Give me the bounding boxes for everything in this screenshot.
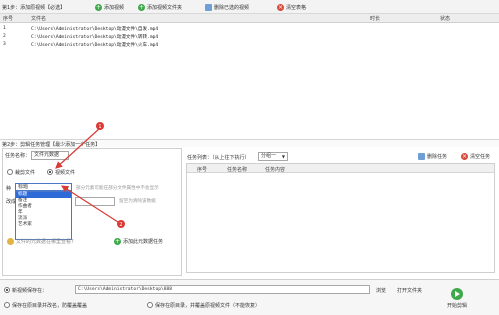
radio-crop-label: 裁剪文件 bbox=[15, 170, 36, 176]
task-name-field[interactable]: 文件元数据 bbox=[31, 151, 69, 160]
radio-save-rename[interactable] bbox=[4, 302, 10, 308]
open-folder-button[interactable]: 打开文件夹 bbox=[397, 287, 422, 294]
clear-hint: 留空为清除该数据 bbox=[119, 199, 156, 204]
add-folder-label: 添加视频文件夹 bbox=[147, 4, 183, 11]
row-path: C:\Users\Administrator\Desktop\动漫文件\自发.m… bbox=[31, 27, 159, 32]
metadata-help-label: 文件的元数据在哪里查看? bbox=[16, 239, 74, 245]
add-metadata-task-button[interactable]: 添加此元数据任务 bbox=[114, 238, 163, 245]
metadata-help-link[interactable]: 文件的元数据在哪里查看? bbox=[7, 238, 74, 245]
radio-video-label: 视频文件 bbox=[55, 170, 76, 176]
row-index: 2 bbox=[3, 34, 6, 39]
lightbulb-icon bbox=[7, 238, 14, 245]
col-index: 序号 bbox=[3, 16, 14, 22]
field-label: 种 bbox=[6, 186, 12, 192]
add-icon bbox=[95, 3, 102, 11]
metadata-field-dropdown[interactable]: 标题 备注 作曲者 年 流派 艺术家 bbox=[15, 191, 72, 240]
row-index: 1 bbox=[3, 26, 6, 31]
add-folder-button[interactable]: 添加视频文件夹 bbox=[138, 2, 182, 12]
table-row[interactable]: 1 C:\Users\Administrator\Desktop\动漫文件\自发… bbox=[0, 26, 499, 34]
dropdown-option[interactable]: 艺术家 bbox=[16, 222, 71, 228]
group-select-value: 分组一 bbox=[261, 153, 277, 159]
task-list-label: 任务列表：（从上往下执行） bbox=[187, 155, 250, 161]
step2-section-title: 第2步：剪辑任务管理【最少添加一个任务】 bbox=[0, 139, 499, 148]
task-table-header: 序号 任务名称 任务内容 bbox=[187, 164, 494, 173]
add-video-button[interactable]: 添加视频 bbox=[95, 2, 124, 12]
save-path-field[interactable]: C:\Users\Administrator\Desktop\888 bbox=[75, 285, 370, 294]
radio-new-location[interactable] bbox=[4, 287, 10, 293]
step2-title: 第2步：剪辑任务管理【最少添加一个任务】 bbox=[2, 142, 101, 148]
chevron-down-icon: ▼ bbox=[281, 154, 285, 159]
clear-table-button[interactable]: 清空表格 bbox=[277, 2, 306, 12]
start-label: 开始剪辑 bbox=[447, 303, 468, 309]
task-name-label: 任务名称： bbox=[5, 153, 31, 159]
save-location-label: 新视频保存在： bbox=[12, 288, 48, 294]
metadata-value-field[interactable] bbox=[75, 197, 115, 206]
table-row[interactable]: 3 C:\Users\Administrator\Desktop\动漫文件\火车… bbox=[0, 42, 499, 50]
delete-selected-label: 删除已选的视频 bbox=[214, 4, 250, 11]
metadata-field-select[interactable]: 标题 ▼ bbox=[15, 183, 72, 191]
clear-icon bbox=[277, 3, 284, 11]
task-table[interactable]: 序号 任务名称 任务内容 bbox=[186, 163, 495, 273]
col-filename: 文件名 bbox=[31, 16, 47, 22]
col-duration: 时长 bbox=[370, 16, 381, 22]
select-value: 标题 bbox=[18, 184, 29, 190]
table-row[interactable]: 2 C:\Users\Administrator\Desktop\动漫文件\转转… bbox=[0, 34, 499, 42]
task-col-index: 序号 bbox=[197, 167, 208, 173]
col-status: 状态 bbox=[440, 16, 451, 22]
step1-toolbar: 第1步：添加原视频【必选】 添加视频 添加视频文件夹 删除已选的视频 清空表格 bbox=[0, 0, 499, 14]
radio-crop-file[interactable] bbox=[7, 169, 13, 175]
delete-task-button[interactable]: 删除任务 bbox=[418, 153, 447, 160]
radio-save-overwrite[interactable] bbox=[147, 302, 153, 308]
add-folder-icon bbox=[138, 3, 145, 11]
chevron-down-icon: ▼ bbox=[65, 185, 69, 190]
file-list[interactable]: 1 C:\Users\Administrator\Desktop\动漫文件\自发… bbox=[0, 23, 499, 132]
option-overwrite-label: 保存在原目录，并覆盖原视频文件（不能恢复） bbox=[155, 303, 261, 309]
file-list-header: 序号 文件名 时长 状态 bbox=[0, 14, 499, 23]
delete-icon bbox=[205, 3, 212, 11]
add-icon bbox=[114, 238, 121, 245]
play-icon bbox=[451, 288, 463, 300]
delete-task-label: 删除任务 bbox=[427, 154, 448, 160]
hint-text: 部分元素可能在部分文件属性中不会显示 bbox=[76, 186, 159, 191]
delete-selected-button[interactable]: 删除已选的视频 bbox=[205, 2, 249, 12]
add-video-label: 添加视频 bbox=[104, 4, 125, 11]
browse-button[interactable]: 浏览 bbox=[376, 287, 386, 294]
clear-icon bbox=[461, 153, 468, 160]
clear-table-label: 清空表格 bbox=[286, 4, 307, 11]
task-col-content: 任务内容 bbox=[265, 167, 286, 173]
row-path: C:\Users\Administrator\Desktop\动漫文件\火车.m… bbox=[31, 43, 159, 48]
group-select[interactable]: 分组一 ▼ bbox=[258, 152, 288, 161]
row-index: 3 bbox=[3, 42, 6, 47]
start-button[interactable]: 开始剪辑 bbox=[447, 288, 467, 309]
delete-icon bbox=[418, 153, 425, 160]
task-col-name: 任务名称 bbox=[227, 167, 248, 173]
clear-task-button[interactable]: 清空任务 bbox=[461, 153, 490, 160]
row-path: C:\Users\Administrator\Desktop\动漫文件\转转.m… bbox=[31, 35, 159, 40]
step1-label: 第1步：添加原视频【必选】 bbox=[2, 4, 66, 11]
radio-video-file[interactable] bbox=[47, 169, 53, 175]
clear-task-label: 清空任务 bbox=[470, 154, 491, 160]
add-task-label: 添加此元数据任务 bbox=[123, 239, 164, 245]
option-rename-label: 保存在原目录并改名，防覆盖覆盖 bbox=[12, 303, 88, 309]
